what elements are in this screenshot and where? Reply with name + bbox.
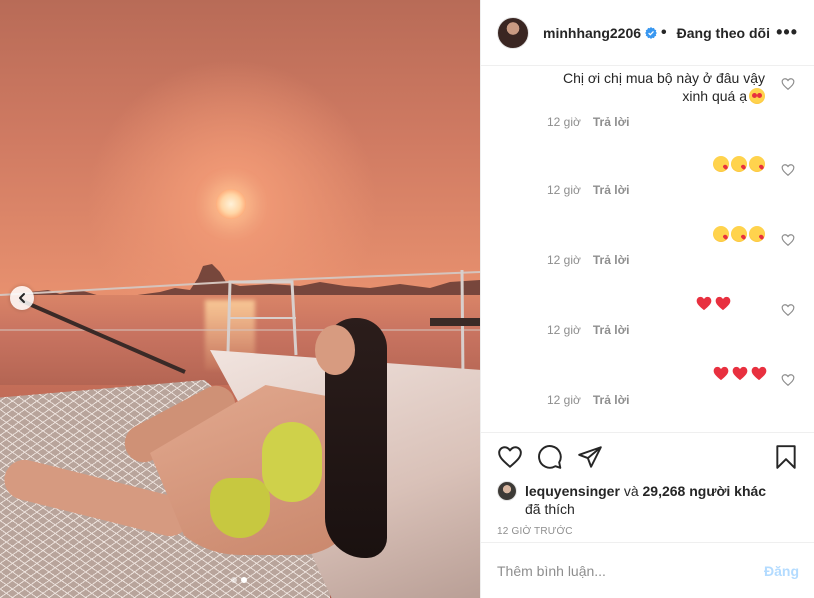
action-bar — [497, 443, 799, 471]
reply-button[interactable]: Trả lời — [593, 253, 630, 267]
comment-text: Chị ơi chị mua bộ này ở đâu vậy xinh quá… — [562, 70, 765, 104]
like-comment-heart-icon[interactable] — [781, 233, 795, 247]
likes-connector: và — [623, 483, 639, 499]
post-comment-button[interactable]: Đăng — [764, 563, 799, 579]
like-comment-heart-icon[interactable] — [781, 163, 795, 177]
post-timestamp[interactable]: 12 giờ trước — [497, 526, 799, 537]
likes-suffix: đã thích — [525, 501, 575, 517]
more-options-icon[interactable]: ••• — [776, 22, 798, 43]
comment-meta: 12 giờ Trả lời — [547, 393, 791, 407]
comment-text — [547, 155, 791, 173]
post-actions: lequyensinger và 29,268 người khác đã th… — [481, 432, 814, 537]
carousel-dot-active — [241, 577, 247, 583]
comment-time: 12 giờ — [547, 253, 581, 267]
smiling-face-with-hearts-icon — [749, 88, 765, 104]
carousel-prev-button[interactable] — [10, 286, 34, 310]
comment-text — [547, 295, 791, 313]
comment-meta: 12 giờ Trả lời — [547, 253, 791, 267]
comment-item: 12 giờ Trả lời — [547, 155, 795, 197]
comment-item: 12 giờ Trả lời — [547, 365, 795, 407]
post-header: minhhang2206 • Đang theo dõi ••• — [481, 0, 814, 66]
following-button[interactable]: Đang theo dõi — [677, 25, 770, 41]
comment-meta: 12 giờ Trả lời — [547, 323, 791, 337]
add-comment-bar: Đăng — [481, 542, 814, 598]
kissing-face-icon — [713, 226, 729, 242]
save-bookmark-icon[interactable] — [773, 444, 799, 470]
comment-item: Chị ơi chị mua bộ này ở đâu vậy xinh quá… — [547, 69, 795, 129]
verified-badge-icon — [645, 26, 658, 39]
comment-item: 12 giờ Trả lời — [547, 225, 795, 267]
chevron-left-icon — [19, 293, 25, 303]
kissing-face-icon — [731, 156, 747, 172]
red-heart-icon — [715, 296, 731, 311]
red-heart-icon — [732, 366, 748, 381]
comment-meta: 12 giờ Trả lời — [547, 183, 791, 197]
reply-button[interactable]: Trả lời — [593, 183, 630, 197]
like-heart-icon[interactable] — [497, 444, 523, 470]
comment-time: 12 giờ — [547, 115, 581, 129]
share-send-icon[interactable] — [577, 444, 603, 470]
comment-time: 12 giờ — [547, 323, 581, 337]
comment-text — [547, 365, 791, 383]
swimsuit-top — [262, 422, 322, 502]
comment-time: 12 giờ — [547, 183, 581, 197]
kissing-face-icon — [713, 156, 729, 172]
comment-input[interactable] — [497, 562, 764, 579]
post-photo[interactable] — [0, 0, 480, 598]
kissing-face-icon — [731, 226, 747, 242]
reply-button[interactable]: Trả lời — [593, 323, 630, 337]
comment-text — [547, 225, 791, 243]
likes-text: lequyensinger và 29,268 người khác đã th… — [525, 482, 766, 518]
separator-dot: • — [661, 23, 667, 41]
red-heart-icon — [696, 296, 712, 311]
like-comment-heart-icon[interactable] — [781, 373, 795, 387]
red-heart-icon — [713, 366, 729, 381]
comment-item: 12 giờ Trả lời — [547, 295, 795, 337]
liker-avatar[interactable] — [497, 481, 517, 501]
like-comment-heart-icon[interactable] — [781, 77, 795, 91]
person-head — [315, 325, 355, 375]
kissing-face-icon — [749, 156, 765, 172]
comment-bubble-icon[interactable] — [537, 444, 563, 470]
swimsuit-bottom — [210, 478, 270, 538]
like-comment-heart-icon[interactable] — [781, 303, 795, 317]
carousel-dots — [231, 577, 247, 583]
likes-count-link[interactable]: 29,268 người khác — [643, 483, 767, 499]
reply-button[interactable]: Trả lời — [593, 115, 630, 129]
kissing-face-icon — [749, 226, 765, 242]
comment-meta: 12 giờ Trả lời — [547, 115, 791, 129]
carousel-dot — [231, 577, 237, 583]
username-link[interactable]: minhhang2206 — [543, 25, 641, 41]
avatar[interactable] — [497, 16, 529, 49]
red-heart-icon — [751, 366, 767, 381]
comment-time: 12 giờ — [547, 393, 581, 407]
comments-list[interactable]: Chị ơi chị mua bộ này ở đâu vậy xinh quá… — [481, 67, 814, 432]
post-sidebar: minhhang2206 • Đang theo dõi ••• Chị ơi … — [480, 0, 814, 598]
liker-username-link[interactable]: lequyensinger — [525, 483, 620, 499]
reply-button[interactable]: Trả lời — [593, 393, 630, 407]
likes-summary: lequyensinger và 29,268 người khác đã th… — [497, 481, 799, 518]
